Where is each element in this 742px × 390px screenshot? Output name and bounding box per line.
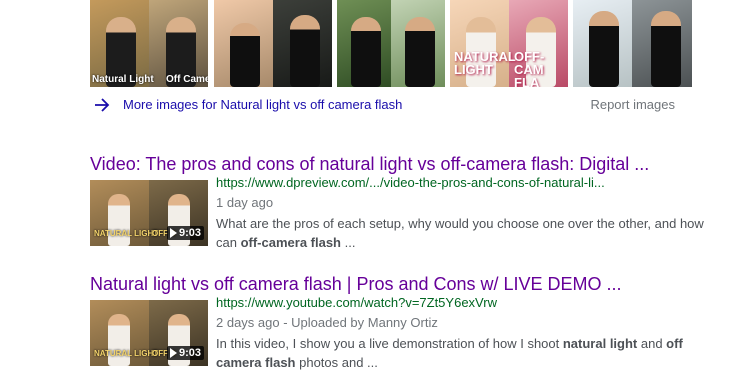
image-overlay-text: NATURAL LIGHT [454,49,516,77]
person-figure [351,17,381,87]
play-icon [169,348,177,358]
video-result: Video: The pros and cons of natural ligh… [90,154,710,254]
person-figure [230,23,260,87]
duration-badge: 9:03 [166,226,204,240]
result-title-link[interactable]: Video: The pros and cons of natural ligh… [90,154,649,175]
result-snippet: In this video, I show you a live demonst… [216,336,683,370]
image-results-strip: Natural Light Off Camer NATURAL LIGHT OF… [90,0,692,87]
result-url[interactable]: https://www.youtube.com/watch?v=7Zt5Y6ex… [216,295,497,310]
thumbnail-text: NATURAL LIGHT [94,349,159,358]
person-figure [108,194,130,246]
image-thumb[interactable]: Natural Light Off Camer [90,0,208,87]
image-thumb[interactable] [214,0,332,87]
duration-text: 9:03 [178,347,201,359]
more-images-row: More images for Natural light vs off cam… [94,96,684,114]
image-caption: Off Camer [166,74,208,85]
duration-badge: 9:03 [166,346,204,360]
image-caption: Natural Light [92,74,154,85]
person-figure [589,11,619,87]
thumbnail-text: NATURAL LIGHT [94,229,159,238]
result-meta: 2 days ago - Uploaded by Manny Ortiz [216,315,438,330]
more-images-link[interactable]: More images for Natural light vs off cam… [123,97,402,112]
report-images-link[interactable]: Report images [590,97,675,112]
play-icon [169,228,177,238]
result-url[interactable]: https://www.dpreview.com/.../video-the-p… [216,175,605,190]
person-figure [405,17,435,87]
result-snippet: What are the pros of each setup, why wou… [216,216,704,250]
image-thumb[interactable]: NATURAL LIGHT OFF-CAM FLA [450,0,568,87]
person-figure [108,314,130,366]
image-overlay-text: OFF-CAM FLA [514,49,545,87]
video-thumbnail[interactable]: NATURAL LIGHT OFF C 9:03 [90,300,208,366]
duration-text: 9:03 [178,227,201,239]
video-thumbnail[interactable]: NATURAL LIGHT OFF C 9:03 [90,180,208,246]
person-figure [290,15,320,87]
result-meta: 1 day ago [216,195,274,210]
arrow-right-icon[interactable] [94,97,110,113]
image-thumb[interactable] [337,0,445,87]
result-title-link[interactable]: Natural light vs off camera flash | Pros… [90,274,622,295]
image-thumb[interactable] [573,0,692,87]
video-result: Natural light vs off camera flash | Pros… [90,274,710,374]
person-figure [651,11,681,87]
